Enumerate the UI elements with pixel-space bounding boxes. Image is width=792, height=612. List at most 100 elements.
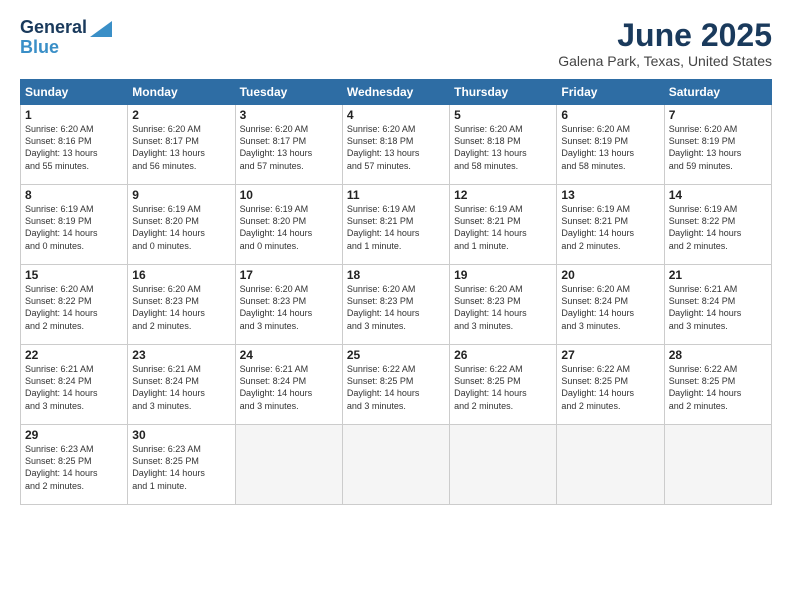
day-number: 2 (132, 108, 230, 122)
day-number: 25 (347, 348, 445, 362)
calendar-cell: 15 Sunrise: 6:20 AMSunset: 8:22 PMDaylig… (21, 265, 128, 345)
cell-info: Sunrise: 6:20 AMSunset: 8:18 PMDaylight:… (454, 123, 552, 172)
calendar-week-row: 29 Sunrise: 6:23 AMSunset: 8:25 PMDaylig… (21, 425, 772, 505)
day-number: 16 (132, 268, 230, 282)
calendar-week-row: 22 Sunrise: 6:21 AMSunset: 8:24 PMDaylig… (21, 345, 772, 425)
col-saturday: Saturday (664, 80, 771, 105)
day-number: 8 (25, 188, 123, 202)
cell-info: Sunrise: 6:19 AMSunset: 8:21 PMDaylight:… (454, 203, 552, 252)
calendar-cell: 27 Sunrise: 6:22 AMSunset: 8:25 PMDaylig… (557, 345, 664, 425)
calendar-cell: 28 Sunrise: 6:22 AMSunset: 8:25 PMDaylig… (664, 345, 771, 425)
calendar-cell: 29 Sunrise: 6:23 AMSunset: 8:25 PMDaylig… (21, 425, 128, 505)
cell-info: Sunrise: 6:22 AMSunset: 8:25 PMDaylight:… (561, 363, 659, 412)
cell-info: Sunrise: 6:22 AMSunset: 8:25 PMDaylight:… (454, 363, 552, 412)
day-number: 18 (347, 268, 445, 282)
calendar-cell: 1 Sunrise: 6:20 AMSunset: 8:16 PMDayligh… (21, 105, 128, 185)
day-number: 9 (132, 188, 230, 202)
day-number: 4 (347, 108, 445, 122)
calendar-cell: 23 Sunrise: 6:21 AMSunset: 8:24 PMDaylig… (128, 345, 235, 425)
title-block: June 2025 Galena Park, Texas, United Sta… (558, 18, 772, 69)
col-monday: Monday (128, 80, 235, 105)
calendar-cell: 13 Sunrise: 6:19 AMSunset: 8:21 PMDaylig… (557, 185, 664, 265)
logo-blue: Blue (20, 38, 59, 58)
calendar-cell: 22 Sunrise: 6:21 AMSunset: 8:24 PMDaylig… (21, 345, 128, 425)
logo-icon (90, 21, 112, 37)
logo-general: General (20, 18, 87, 38)
calendar-cell: 4 Sunrise: 6:20 AMSunset: 8:18 PMDayligh… (342, 105, 449, 185)
calendar-header-row: Sunday Monday Tuesday Wednesday Thursday… (21, 80, 772, 105)
cell-info: Sunrise: 6:20 AMSunset: 8:19 PMDaylight:… (669, 123, 767, 172)
calendar-cell: 7 Sunrise: 6:20 AMSunset: 8:19 PMDayligh… (664, 105, 771, 185)
col-wednesday: Wednesday (342, 80, 449, 105)
calendar-cell: 2 Sunrise: 6:20 AMSunset: 8:17 PMDayligh… (128, 105, 235, 185)
calendar-cell (557, 425, 664, 505)
cell-info: Sunrise: 6:19 AMSunset: 8:20 PMDaylight:… (240, 203, 338, 252)
day-number: 6 (561, 108, 659, 122)
cell-info: Sunrise: 6:21 AMSunset: 8:24 PMDaylight:… (25, 363, 123, 412)
day-number: 7 (669, 108, 767, 122)
day-number: 24 (240, 348, 338, 362)
cell-info: Sunrise: 6:20 AMSunset: 8:16 PMDaylight:… (25, 123, 123, 172)
day-number: 15 (25, 268, 123, 282)
cell-info: Sunrise: 6:20 AMSunset: 8:19 PMDaylight:… (561, 123, 659, 172)
cell-info: Sunrise: 6:21 AMSunset: 8:24 PMDaylight:… (132, 363, 230, 412)
col-sunday: Sunday (21, 80, 128, 105)
cell-info: Sunrise: 6:22 AMSunset: 8:25 PMDaylight:… (669, 363, 767, 412)
calendar-cell (235, 425, 342, 505)
cell-info: Sunrise: 6:19 AMSunset: 8:21 PMDaylight:… (347, 203, 445, 252)
calendar-cell: 9 Sunrise: 6:19 AMSunset: 8:20 PMDayligh… (128, 185, 235, 265)
calendar-cell: 24 Sunrise: 6:21 AMSunset: 8:24 PMDaylig… (235, 345, 342, 425)
calendar-week-row: 15 Sunrise: 6:20 AMSunset: 8:22 PMDaylig… (21, 265, 772, 345)
cell-info: Sunrise: 6:20 AMSunset: 8:17 PMDaylight:… (132, 123, 230, 172)
header: General Blue June 2025 Galena Park, Texa… (20, 18, 772, 69)
day-number: 13 (561, 188, 659, 202)
logo: General Blue (20, 18, 112, 58)
calendar-cell: 26 Sunrise: 6:22 AMSunset: 8:25 PMDaylig… (450, 345, 557, 425)
month-title: June 2025 (558, 18, 772, 53)
cell-info: Sunrise: 6:20 AMSunset: 8:23 PMDaylight:… (240, 283, 338, 332)
day-number: 28 (669, 348, 767, 362)
location: Galena Park, Texas, United States (558, 53, 772, 69)
day-number: 19 (454, 268, 552, 282)
cell-info: Sunrise: 6:22 AMSunset: 8:25 PMDaylight:… (347, 363, 445, 412)
calendar-cell: 30 Sunrise: 6:23 AMSunset: 8:25 PMDaylig… (128, 425, 235, 505)
calendar-cell: 20 Sunrise: 6:20 AMSunset: 8:24 PMDaylig… (557, 265, 664, 345)
day-number: 5 (454, 108, 552, 122)
cell-info: Sunrise: 6:20 AMSunset: 8:23 PMDaylight:… (132, 283, 230, 332)
day-number: 22 (25, 348, 123, 362)
day-number: 30 (132, 428, 230, 442)
calendar-cell: 8 Sunrise: 6:19 AMSunset: 8:19 PMDayligh… (21, 185, 128, 265)
col-tuesday: Tuesday (235, 80, 342, 105)
calendar-cell: 6 Sunrise: 6:20 AMSunset: 8:19 PMDayligh… (557, 105, 664, 185)
calendar-table: Sunday Monday Tuesday Wednesday Thursday… (20, 79, 772, 505)
day-number: 21 (669, 268, 767, 282)
day-number: 1 (25, 108, 123, 122)
cell-info: Sunrise: 6:20 AMSunset: 8:24 PMDaylight:… (561, 283, 659, 332)
day-number: 3 (240, 108, 338, 122)
calendar-cell: 25 Sunrise: 6:22 AMSunset: 8:25 PMDaylig… (342, 345, 449, 425)
day-number: 20 (561, 268, 659, 282)
cell-info: Sunrise: 6:19 AMSunset: 8:19 PMDaylight:… (25, 203, 123, 252)
calendar-cell: 16 Sunrise: 6:20 AMSunset: 8:23 PMDaylig… (128, 265, 235, 345)
calendar-cell: 3 Sunrise: 6:20 AMSunset: 8:17 PMDayligh… (235, 105, 342, 185)
day-number: 29 (25, 428, 123, 442)
calendar-cell (342, 425, 449, 505)
calendar-cell: 14 Sunrise: 6:19 AMSunset: 8:22 PMDaylig… (664, 185, 771, 265)
cell-info: Sunrise: 6:20 AMSunset: 8:23 PMDaylight:… (454, 283, 552, 332)
calendar-cell (664, 425, 771, 505)
cell-info: Sunrise: 6:20 AMSunset: 8:17 PMDaylight:… (240, 123, 338, 172)
cell-info: Sunrise: 6:23 AMSunset: 8:25 PMDaylight:… (25, 443, 123, 492)
col-friday: Friday (557, 80, 664, 105)
page: General Blue June 2025 Galena Park, Texa… (0, 0, 792, 612)
calendar-cell: 10 Sunrise: 6:19 AMSunset: 8:20 PMDaylig… (235, 185, 342, 265)
day-number: 26 (454, 348, 552, 362)
cell-info: Sunrise: 6:21 AMSunset: 8:24 PMDaylight:… (669, 283, 767, 332)
cell-info: Sunrise: 6:20 AMSunset: 8:18 PMDaylight:… (347, 123, 445, 172)
calendar-cell: 18 Sunrise: 6:20 AMSunset: 8:23 PMDaylig… (342, 265, 449, 345)
cell-info: Sunrise: 6:21 AMSunset: 8:24 PMDaylight:… (240, 363, 338, 412)
calendar-cell: 21 Sunrise: 6:21 AMSunset: 8:24 PMDaylig… (664, 265, 771, 345)
cell-info: Sunrise: 6:20 AMSunset: 8:22 PMDaylight:… (25, 283, 123, 332)
day-number: 17 (240, 268, 338, 282)
day-number: 14 (669, 188, 767, 202)
calendar-cell: 19 Sunrise: 6:20 AMSunset: 8:23 PMDaylig… (450, 265, 557, 345)
